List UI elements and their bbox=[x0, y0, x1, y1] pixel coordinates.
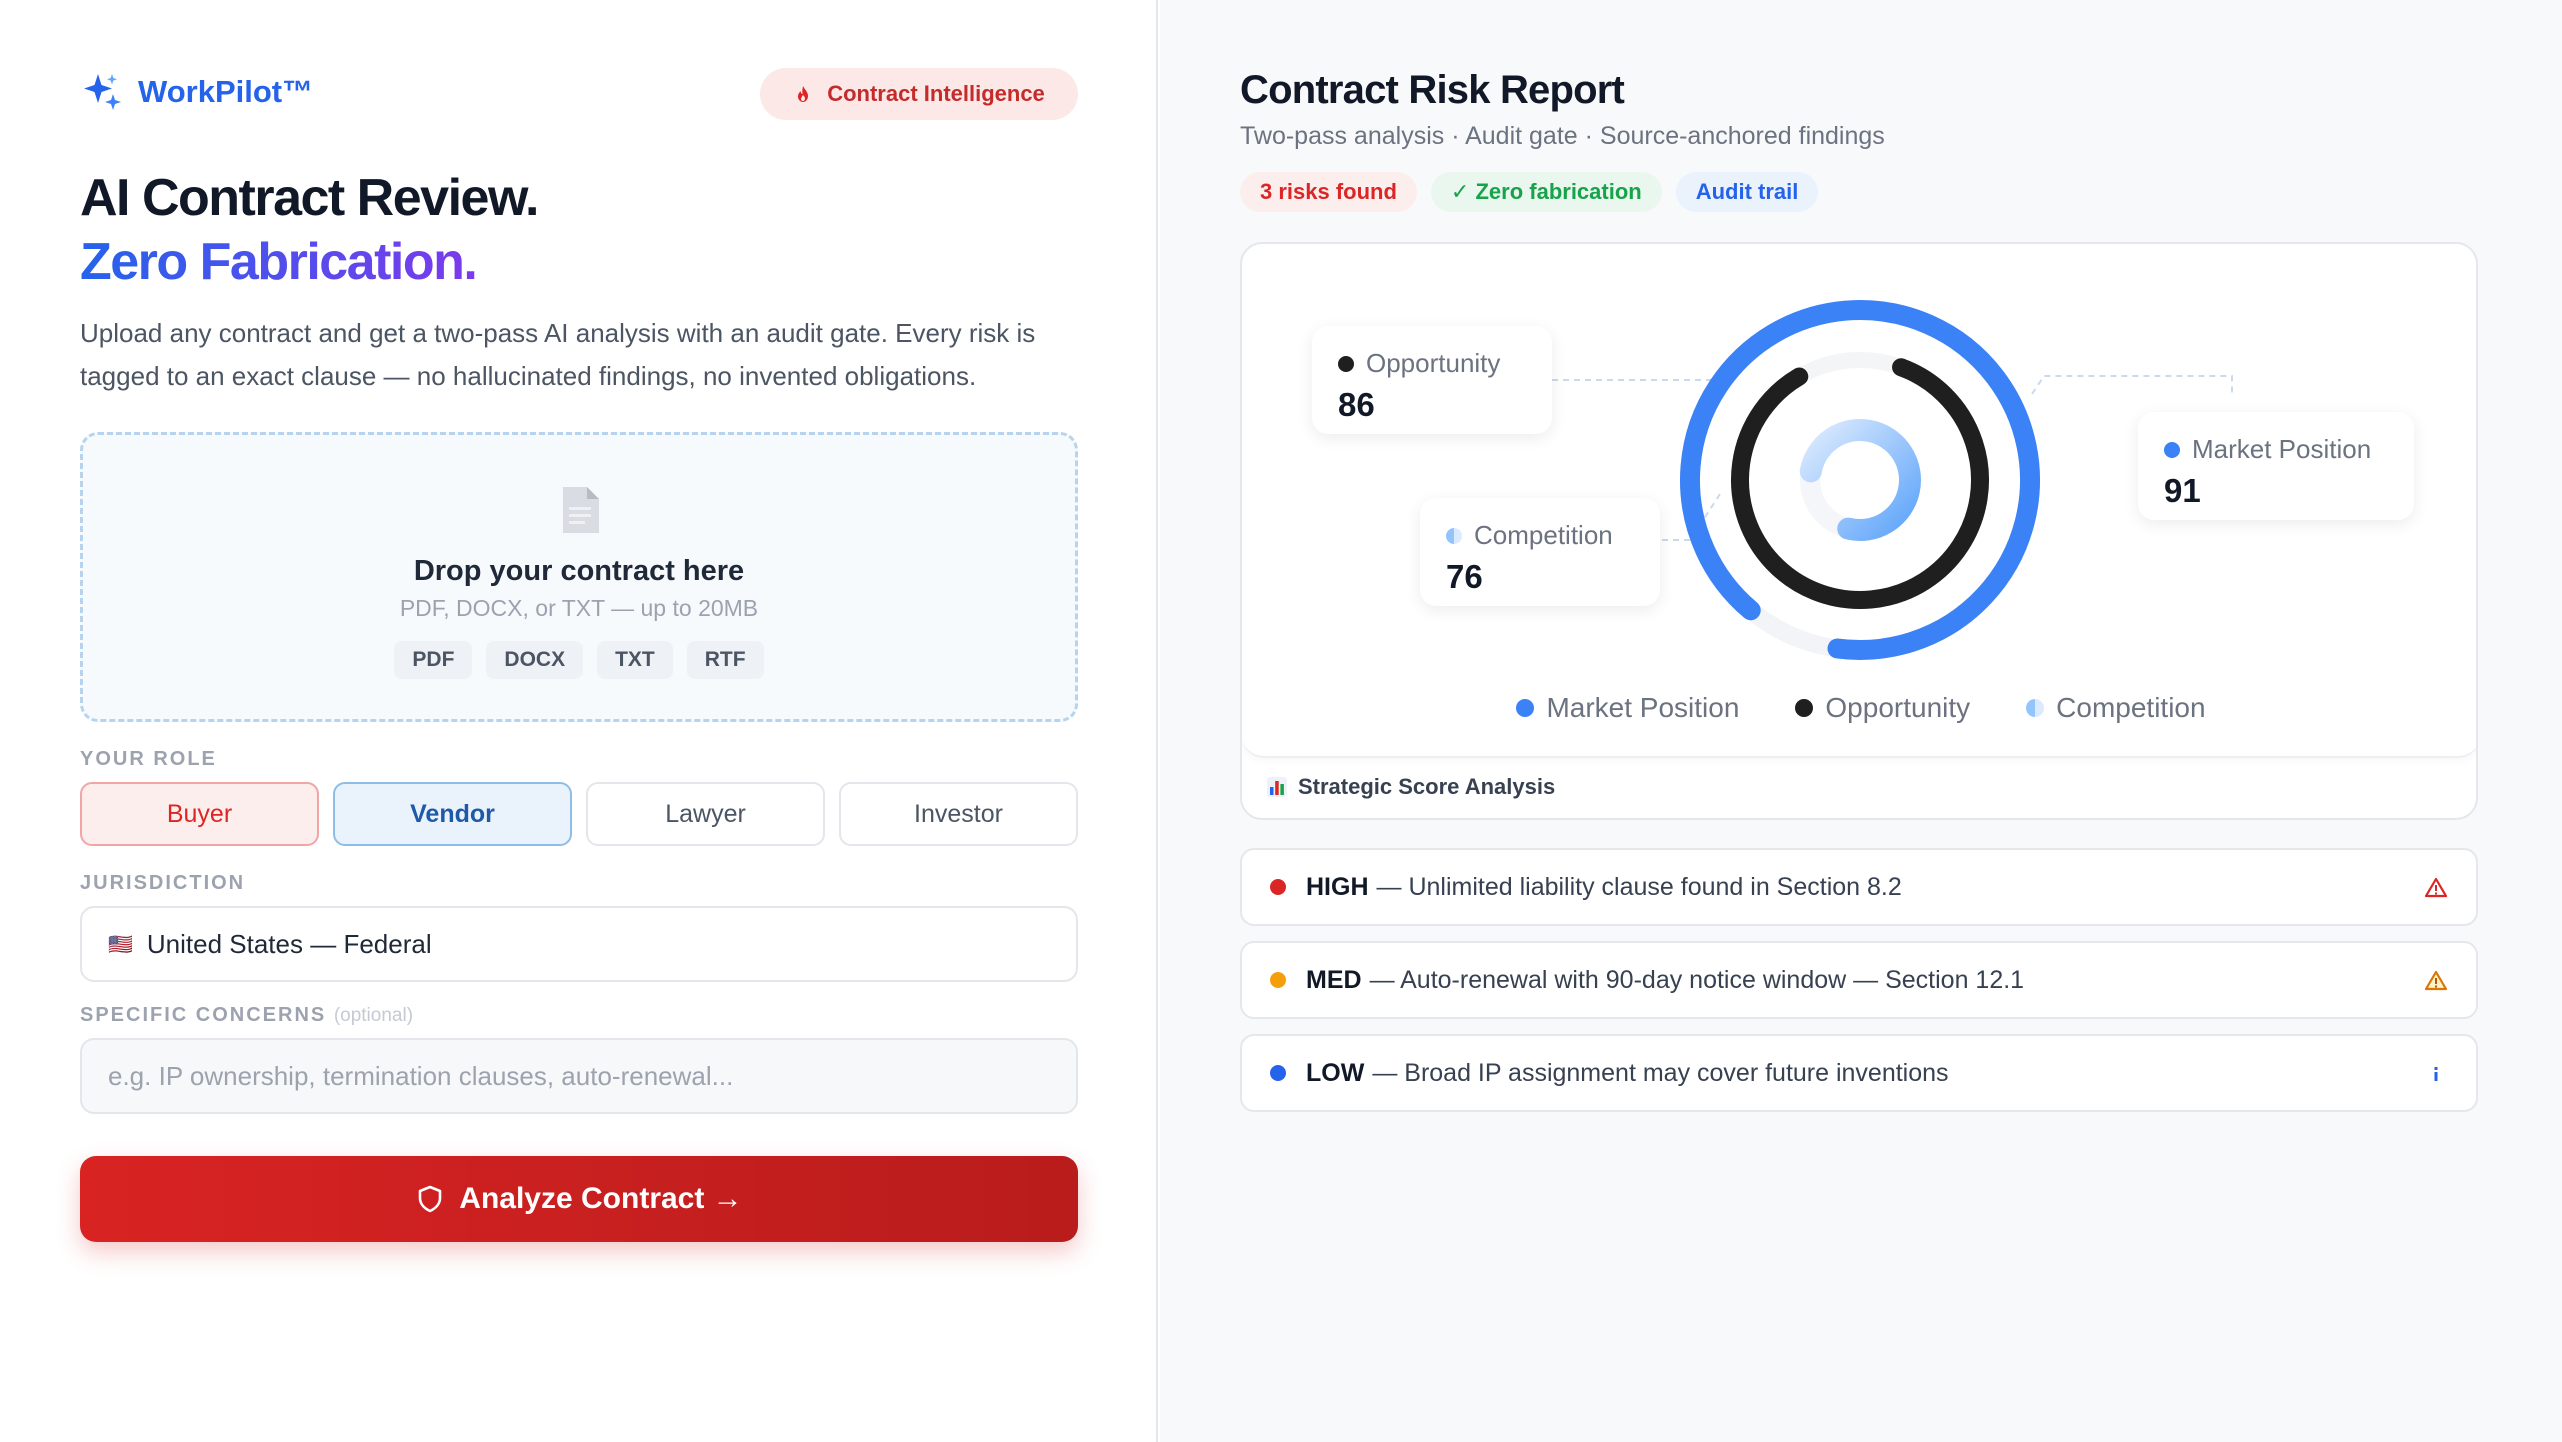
report-badges: 3 risks found ✓ Zero fabrication Audit t… bbox=[1240, 172, 1819, 212]
role-label: YOUR ROLE bbox=[80, 748, 217, 770]
card-footer: Strategic Score Analysis bbox=[1266, 774, 1555, 800]
format-chip-rtf: RTF bbox=[686, 641, 764, 679]
warning-triangle-icon bbox=[2424, 970, 2448, 991]
risk-item-low[interactable]: LOW — Broad IP assignment may cover futu… bbox=[1240, 1034, 2478, 1112]
dropzone-subtitle: PDF, DOCX, or TXT — up to 20MB bbox=[399, 595, 759, 621]
hero-description: Upload any contract and get a two-pass A… bbox=[80, 318, 1036, 391]
chart-legend: Market Position Opportunity Competition bbox=[1242, 692, 2476, 724]
risk-dot-med bbox=[1270, 972, 1286, 988]
role-button-investor[interactable]: Investor bbox=[839, 782, 1078, 846]
brand[interactable]: WorkPilot™ bbox=[80, 70, 313, 114]
risk-text: — Auto-renewal with 90-day notice window… bbox=[1369, 965, 2025, 994]
format-chip-docx: DOCX bbox=[486, 641, 584, 679]
legend-dot-market bbox=[1516, 699, 1535, 717]
role-selector: Buyer Vendor Lawyer Investor bbox=[80, 782, 1078, 846]
competition-stat-card: Competition 76 bbox=[1420, 498, 1660, 606]
shield-icon bbox=[418, 1185, 442, 1213]
concerns-label-text: SPECIFIC CONCERNS bbox=[80, 1004, 327, 1026]
warning-triangle-icon bbox=[2424, 877, 2448, 898]
market-position-label: Market Position bbox=[2192, 434, 2372, 464]
legend-label-market: Market Position bbox=[1546, 692, 1740, 723]
format-chip-pdf: PDF bbox=[394, 641, 473, 679]
risk-dot-low bbox=[1270, 1065, 1286, 1081]
risk-text: — Broad IP assignment may cover future i… bbox=[1372, 1058, 1949, 1087]
hero-title-line1: AI Contract Review. bbox=[80, 169, 539, 227]
risk-level: MED bbox=[1306, 965, 1362, 994]
role-button-buyer[interactable]: Buyer bbox=[80, 782, 319, 846]
jurisdiction-label: JURISDICTION bbox=[80, 872, 246, 894]
risk-item-med[interactable]: MED — Auto-renewal with 90-day notice wi… bbox=[1240, 941, 2478, 1019]
role-button-lawyer[interactable]: Lawyer bbox=[586, 782, 825, 846]
pill-label: Contract Intelligence bbox=[827, 81, 1045, 106]
legend-dot-opportunity bbox=[1795, 699, 1814, 717]
contract-dropzone[interactable]: Drop your contract here PDF, DOCX, or TX… bbox=[80, 432, 1078, 722]
analyze-label: Analyze Contract → bbox=[459, 1182, 743, 1215]
jurisdiction-select[interactable]: 🇺🇸 United States — Federal bbox=[80, 906, 1078, 982]
format-chips: PDF DOCX TXT RTF bbox=[83, 641, 1075, 679]
audit-trail-badge[interactable]: Audit trail bbox=[1675, 172, 1819, 212]
risk-dot-high bbox=[1270, 879, 1286, 895]
zero-fabrication-badge: ✓ Zero fabrication bbox=[1430, 172, 1662, 212]
flame-icon bbox=[798, 86, 809, 102]
risk-item-high[interactable]: HIGH — Unlimited liability clause found … bbox=[1240, 848, 2478, 926]
chart-area: Opportunity 86 Competition 76 Market Pos… bbox=[1242, 244, 2476, 758]
right-panel: Contract Risk Report Two-pass analysis ·… bbox=[1160, 0, 2562, 1442]
opportunity-stat-card: Opportunity 86 bbox=[1312, 326, 1552, 434]
dropzone-title: Drop your contract here bbox=[413, 555, 745, 587]
market-position-dot bbox=[2164, 441, 2180, 458]
role-button-vendor[interactable]: Vendor bbox=[333, 782, 572, 846]
legend-label-competition: Competition bbox=[2056, 692, 2206, 723]
legend-item-opportunity: Opportunity bbox=[1795, 692, 1970, 724]
concerns-input[interactable] bbox=[108, 1060, 1076, 1092]
left-panel: WorkPilot™ Contract Intelligence AI Cont… bbox=[0, 0, 1158, 1442]
risk-level: LOW bbox=[1306, 1058, 1365, 1087]
document-icon bbox=[563, 487, 599, 533]
competition-value: 76 bbox=[1446, 558, 1483, 595]
market-position-value: 91 bbox=[2164, 472, 2201, 509]
legend-item-market-position: Market Position bbox=[1516, 692, 1739, 724]
analyze-contract-button[interactable]: Analyze Contract → bbox=[80, 1156, 1078, 1242]
concerns-optional: (optional) bbox=[333, 1005, 414, 1026]
legend-label-opportunity: Opportunity bbox=[1825, 692, 1971, 723]
info-icon bbox=[2434, 1067, 2438, 1081]
bar-chart-icon bbox=[1267, 777, 1287, 797]
concerns-field[interactable] bbox=[80, 1038, 1078, 1114]
us-flag-icon: 🇺🇸 bbox=[108, 933, 133, 956]
report-title: Contract Risk Report bbox=[1240, 68, 1625, 112]
risks-found-badge: 3 risks found bbox=[1240, 172, 1417, 212]
jurisdiction-value: United States — Federal bbox=[146, 928, 432, 959]
competition-label: Competition bbox=[1474, 520, 1613, 550]
risk-text: — Unlimited liability clause found in Se… bbox=[1376, 872, 1902, 901]
legend-dot-competition bbox=[2026, 699, 2045, 717]
connector-opportunity bbox=[1552, 379, 1721, 395]
competition-dot bbox=[1446, 527, 1462, 544]
brand-name: WorkPilot™ bbox=[138, 74, 314, 109]
concerns-label: SPECIFIC CONCERNS (optional) bbox=[80, 1004, 413, 1027]
sparkle-logo-icon bbox=[84, 74, 121, 110]
hero-title-line2: Zero Fabrication. bbox=[80, 233, 478, 291]
connector-market bbox=[2031, 375, 2233, 396]
opportunity-dot bbox=[1338, 355, 1354, 372]
market-position-stat-card: Market Position 91 bbox=[2138, 412, 2414, 520]
strategic-score-card: Opportunity 86 Competition 76 Market Pos… bbox=[1240, 242, 2478, 820]
format-chip-txt: TXT bbox=[597, 641, 673, 679]
report-subtitle: Two-pass analysis · Audit gate · Source-… bbox=[1240, 122, 1885, 150]
risk-level: HIGH bbox=[1306, 872, 1369, 901]
arc-opportunity bbox=[1731, 358, 1989, 609]
opportunity-label: Opportunity bbox=[1366, 348, 1501, 378]
opportunity-value: 86 bbox=[1338, 386, 1375, 423]
contract-intelligence-pill: Contract Intelligence bbox=[760, 68, 1078, 120]
legend-item-competition: Competition bbox=[2026, 692, 2206, 724]
card-footer-title: Strategic Score Analysis bbox=[1298, 774, 1556, 799]
